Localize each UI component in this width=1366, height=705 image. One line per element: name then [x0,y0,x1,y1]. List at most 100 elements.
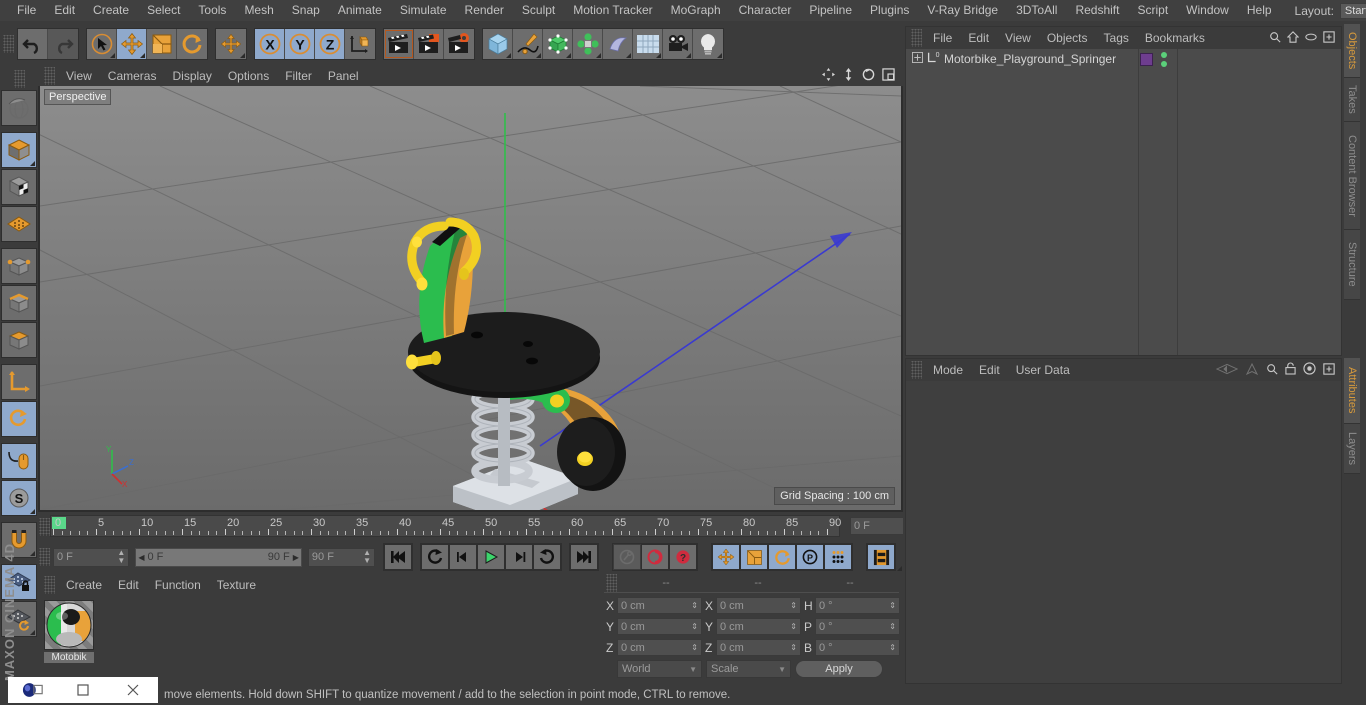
menu-item-file[interactable]: File [8,0,45,21]
viewport-menu-view[interactable]: View [58,65,100,87]
go-to-next-frame-button[interactable] [505,544,533,570]
render-view-button[interactable] [384,28,414,59]
render-visibility-dot[interactable] [1161,60,1168,67]
visibility-dots[interactable] [1161,51,1168,67]
attributes-menu-mode[interactable]: Mode [925,359,971,381]
menu-item-character[interactable]: Character [730,0,801,21]
autokeying-button[interactable] [641,544,669,570]
viewport-3d[interactable]: Perspective Grid Spacing : 100 cm Y Z X [40,86,901,510]
rotate-tool[interactable] [177,28,207,59]
menu-item-simulate[interactable]: Simulate [391,0,456,21]
toolbar-gripper[interactable] [3,34,14,53]
add-spline-button[interactable] [513,28,543,59]
add-generator-button[interactable] [543,28,573,59]
point-level-animation-toggle[interactable] [824,544,852,570]
add-deformer-button[interactable] [603,28,633,59]
position-y-field[interactable]: 0 cm ⇕ [617,618,702,635]
spinner-icon[interactable]: ⇕ [889,643,896,652]
spinner-icon[interactable]: ⇕ [691,643,698,652]
position-key-toggle[interactable] [712,544,740,570]
spinner-icon[interactable]: ⇕ [889,601,896,610]
menu-item-animate[interactable]: Animate [329,0,391,21]
menu-item-sculpt[interactable]: Sculpt [513,0,564,21]
coordinate-mode-dropdown[interactable]: Scale ▼ [706,660,791,678]
rotation-key-toggle[interactable] [768,544,796,570]
play-button[interactable] [477,544,505,570]
scale-key-toggle[interactable] [740,544,768,570]
selection-tool[interactable] [87,28,117,59]
menu-item-help[interactable]: Help [1238,0,1281,21]
expand-icon[interactable] [912,52,923,66]
add-light-button[interactable] [693,28,723,59]
spinner-icon[interactable]: ⇕ [790,601,797,610]
menu-item-mesh[interactable]: Mesh [235,0,282,21]
pan-icon[interactable] [822,68,835,84]
lock-z-axis[interactable]: Z [315,28,345,59]
move-tool[interactable] [117,28,147,59]
object-menu-view[interactable]: View [997,27,1039,49]
go-to-previous-key-button[interactable] [421,544,449,570]
world-object-axis-toggle[interactable] [345,28,375,59]
menu-item-snap[interactable]: Snap [283,0,329,21]
record-active-objects-button[interactable] [613,544,641,570]
material-gripper[interactable] [44,576,55,594]
menu-item-vray-bridge[interactable]: V-Ray Bridge [918,0,1007,21]
pin-icon[interactable] [1303,362,1316,378]
menu-item-tools[interactable]: Tools [189,0,235,21]
home-icon[interactable] [1286,30,1300,46]
add-camera-button[interactable] [663,28,693,59]
powerslider-gripper[interactable] [39,548,50,566]
object-list[interactable]: 0 Motorbike_Playground_Springer [906,49,1341,355]
search-icon[interactable] [1266,363,1278,378]
size-x-field[interactable]: 0 cm ⇕ [716,597,801,614]
viewport-menu-display[interactable]: Display [164,65,219,87]
undo-button[interactable] [18,28,48,59]
render-settings-button[interactable] [444,28,474,59]
menu-item-pipeline[interactable]: Pipeline [800,0,861,21]
back-nav-icon[interactable] [1215,363,1239,378]
polygons-mode-button[interactable] [1,322,37,358]
go-to-end-button[interactable] [570,544,598,570]
points-mode-button[interactable] [1,248,37,284]
range-end-handle-icon[interactable]: ▶ [293,553,299,562]
keyframe-selection-button[interactable]: ? [669,544,697,570]
add-layer-icon[interactable] [1323,30,1335,46]
material-menu-create[interactable]: Create [58,574,110,596]
scale-tool[interactable] [147,28,177,59]
material-swatch[interactable] [44,600,94,650]
spinner-icon[interactable]: ⇕ [691,601,698,610]
material-menu-edit[interactable]: Edit [110,574,147,596]
viewport-solo-button[interactable] [1,443,37,479]
menu-item-motion-tracker[interactable]: Motion Tracker [564,0,661,21]
menu-item-redshift[interactable]: Redshift [1066,0,1128,21]
object-menu-tags[interactable]: Tags [1096,27,1137,49]
menu-item-create[interactable]: Create [84,0,138,21]
object-row[interactable]: 0 Motorbike_Playground_Springer [906,49,1341,69]
tab-objects[interactable]: Objects [1344,24,1360,78]
tab-content-browser[interactable]: Content Browser [1344,122,1360,230]
viewport-gripper[interactable] [44,67,55,85]
add-cube-button[interactable] [483,28,513,59]
menu-item-edit[interactable]: Edit [45,0,84,21]
search-icon[interactable] [1269,31,1281,46]
object-manager-gripper[interactable] [911,29,922,47]
tab-structure[interactable]: Structure [1344,230,1360,300]
render-to-picture-viewer-button[interactable] [414,28,444,59]
menu-item-script[interactable]: Script [1128,0,1177,21]
spinner-icon[interactable]: ▲▼ [363,549,371,565]
left-toolbar-gripper[interactable] [13,70,25,88]
attributes-body[interactable] [906,381,1341,683]
object-menu-edit[interactable]: Edit [960,27,997,49]
tab-takes[interactable]: Takes [1344,78,1360,122]
attributes-gripper[interactable] [911,361,922,379]
menu-item-window[interactable]: Window [1177,0,1238,21]
position-x-field[interactable]: 0 cm ⇕ [617,597,702,614]
attributes-menu-user-data[interactable]: User Data [1008,359,1078,381]
redo-button[interactable] [48,28,78,59]
eye-icon[interactable] [1305,31,1317,45]
material-menu-texture[interactable]: Texture [209,574,264,596]
go-to-next-key-button[interactable] [533,544,561,570]
layout-dropdown[interactable]: Startup ▼ [1339,2,1366,19]
menu-item-select[interactable]: Select [138,0,189,21]
object-menu-file[interactable]: File [925,27,960,49]
